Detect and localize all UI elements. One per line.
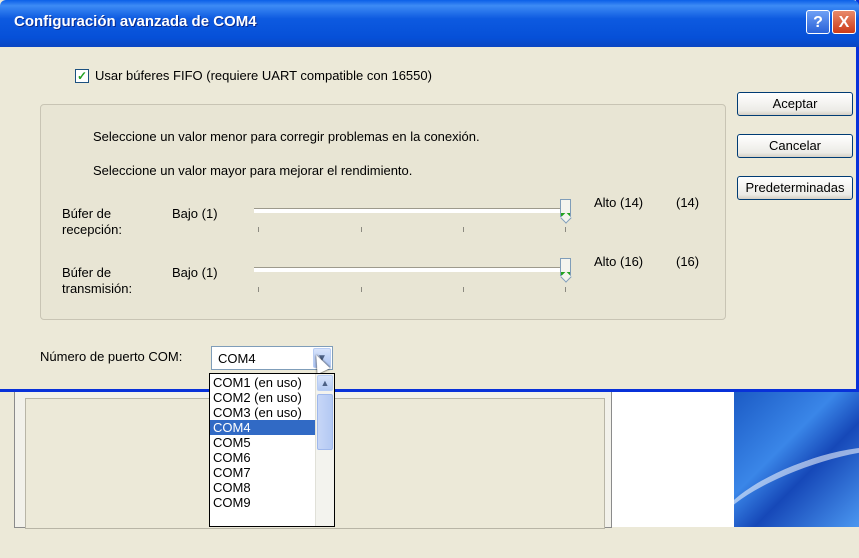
transmit-tick: [258, 287, 259, 292]
transmit-tick: [463, 287, 464, 292]
port-number-label: Número de puerto COM:: [40, 349, 183, 364]
scrollbar-thumb[interactable]: [317, 394, 333, 450]
ok-button[interactable]: Aceptar: [737, 92, 853, 116]
port-option[interactable]: COM9: [210, 495, 316, 510]
transmit-slider-track[interactable]: [254, 267, 566, 272]
close-button[interactable]: X: [832, 10, 856, 34]
port-option[interactable]: COM1 (en uso): [210, 375, 316, 390]
transmit-low-label: Bajo (1): [172, 265, 218, 280]
port-option[interactable]: COM3 (en uso): [210, 405, 316, 420]
receive-tick: [565, 227, 566, 232]
fifo-checkbox[interactable]: ✓: [75, 68, 89, 83]
transmit-high-label: Alto (16): [594, 254, 644, 269]
help-text-lower: Seleccione un valor menor para corregir …: [93, 129, 480, 144]
fifo-option[interactable]: ✓ Usar búferes FIFO (requiere UART compa…: [75, 68, 432, 83]
transmit-tick: [361, 287, 362, 292]
defaults-button[interactable]: Predeterminadas: [737, 176, 853, 200]
receive-buffer-label: Búfer de recepción:: [62, 206, 122, 237]
port-option[interactable]: COM2 (en uso): [210, 390, 316, 405]
transmit-buffer-label: Búfer de transmisión:: [62, 265, 133, 296]
port-option[interactable]: COM8: [210, 480, 316, 495]
port-option[interactable]: COM7: [210, 465, 316, 480]
port-select-value: COM4: [218, 351, 256, 366]
help-text-higher: Seleccione un valor mayor para mejorar e…: [93, 163, 413, 178]
advanced-settings-dialog: Configuración avanzada de COM4 ? X ✓ Usa…: [0, 0, 859, 392]
transmit-tick: [565, 287, 566, 292]
transmit-slider-thumb[interactable]: [560, 258, 571, 276]
receive-tick: [463, 227, 464, 232]
receive-slider-track[interactable]: [254, 208, 566, 213]
title-bar[interactable]: Configuración avanzada de COM4 ? X: [0, 0, 859, 47]
receive-high-label: Alto (14): [594, 195, 644, 210]
receive-tick: [361, 227, 362, 232]
chevron-up-icon[interactable]: ▲: [317, 375, 333, 391]
window-title: Configuración avanzada de COM4: [14, 13, 257, 30]
port-option[interactable]: COM5: [210, 435, 316, 450]
fifo-label: Usar búferes FIFO (requiere UART compati…: [95, 68, 432, 83]
background-white-area: [612, 390, 734, 527]
help-icon: ?: [813, 14, 823, 31]
transmit-value: (16): [676, 254, 700, 269]
port-option[interactable]: COM6: [210, 450, 316, 465]
desktop-wallpaper: [708, 390, 859, 558]
receive-value: (14): [676, 195, 700, 210]
port-option[interactable]: COM4: [210, 420, 316, 435]
receive-low-label: Bajo (1): [172, 206, 218, 221]
dropdown-scrollbar[interactable]: ▲: [315, 374, 334, 526]
receive-tick: [258, 227, 259, 232]
port-dropdown-list[interactable]: COM1 (en uso) COM2 (en uso) COM3 (en uso) C…: [209, 373, 335, 527]
cancel-button[interactable]: Cancelar: [737, 134, 853, 158]
close-icon: X: [838, 14, 850, 31]
receive-slider-thumb[interactable]: [560, 199, 571, 217]
port-options: COM1 (en uso) COM2 (en uso) COM3 (en uso) C…: [210, 375, 316, 510]
help-button[interactable]: ?: [806, 10, 830, 34]
